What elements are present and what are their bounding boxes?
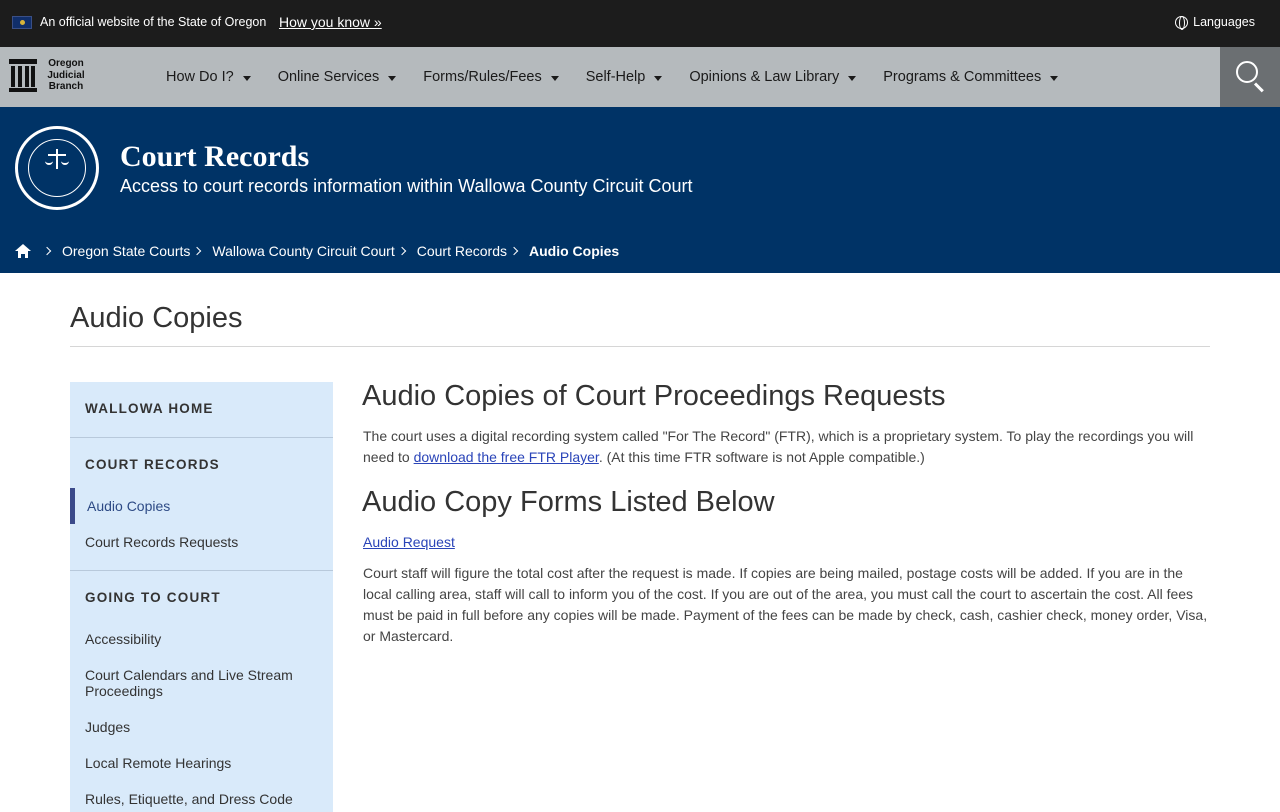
- chevron-right-icon: [509, 246, 519, 256]
- caret-down-icon: [654, 75, 663, 81]
- languages-label: Languages: [1193, 15, 1255, 29]
- sidebar-divider: [70, 437, 333, 438]
- sidebar-item-rules-etiquette[interactable]: Rules, Etiquette, and Dress Code: [85, 791, 315, 807]
- active-indicator: [70, 488, 75, 524]
- caret-down-icon: [388, 75, 397, 81]
- breadcrumb-wallowa-county[interactable]: Wallowa County Circuit Court: [212, 243, 394, 259]
- home-icon[interactable]: [15, 244, 31, 258]
- how-you-know-link[interactable]: How you know »: [279, 14, 382, 30]
- breadcrumb-court-records[interactable]: Court Records: [417, 243, 507, 259]
- caret-down-icon: [848, 75, 857, 81]
- nav-opinions-law-library[interactable]: Opinions & Law Library: [689, 69, 857, 85]
- sidebar-item-accessibility[interactable]: Accessibility: [85, 631, 315, 647]
- judicial-department-seal: [15, 126, 99, 210]
- sidebar-item-audio-copies[interactable]: Audio Copies: [87, 498, 317, 514]
- cost-paragraph: Court staff will figure the total cost a…: [363, 565, 1208, 644]
- section-heading-audio-copies-requests: Audio Copies of Court Proceedings Reques…: [362, 380, 946, 412]
- nav-how-do-i[interactable]: How Do I?: [166, 69, 251, 85]
- ojd-logo[interactable]: Oregon Judicial Branch: [9, 57, 94, 97]
- globe-icon: [1175, 15, 1189, 30]
- courthouse-icon: [9, 59, 37, 92]
- audio-request-link[interactable]: Audio Request: [363, 532, 455, 553]
- title-divider: [70, 346, 1210, 347]
- sidebar-item-local-remote-hearings[interactable]: Local Remote Hearings: [85, 755, 315, 771]
- breadcrumb-oregon-state-courts[interactable]: Oregon State Courts: [62, 243, 190, 259]
- caret-down-icon: [550, 75, 559, 81]
- official-banner: An official website of the State of Oreg…: [0, 0, 1280, 47]
- nav-self-help[interactable]: Self-Help: [586, 69, 663, 85]
- sidebar-heading-wallowa-home[interactable]: WALLOWA HOME: [85, 401, 214, 416]
- breadcrumb: Oregon State Courts Wallowa County Circu…: [15, 243, 619, 259]
- sidebar-item-court-calendars[interactable]: Court Calendars and Live Stream Proceedi…: [85, 667, 315, 699]
- nav-online-services[interactable]: Online Services: [278, 69, 397, 85]
- ftr-player-download-link[interactable]: download the free FTR Player: [414, 449, 599, 465]
- banner-title: Court Records: [120, 140, 310, 173]
- logo-text: Oregon Judicial Branch: [47, 58, 85, 92]
- caret-down-icon: [242, 75, 251, 81]
- sidebar-item-judges[interactable]: Judges: [85, 719, 315, 735]
- main-navigation: Oregon Judicial Branch How Do I? Online …: [0, 47, 1280, 107]
- chevron-right-icon: [42, 246, 52, 256]
- nav-forms-rules-fees[interactable]: Forms/Rules/Fees: [423, 69, 559, 85]
- search-icon: [1236, 61, 1258, 83]
- breadcrumb-current: Audio Copies: [529, 243, 620, 259]
- chevron-right-icon: [397, 246, 406, 256]
- languages-button[interactable]: Languages: [1175, 15, 1255, 30]
- nav-menu: How Do I? Online Services Forms/Rules/Fe…: [166, 47, 1085, 107]
- sidebar-nav: WALLOWA HOME COURT RECORDS Audio Copies …: [70, 382, 333, 812]
- sidebar-divider: [70, 570, 333, 571]
- chevron-right-icon: [193, 246, 202, 256]
- sidebar-heading-court-records[interactable]: COURT RECORDS: [85, 457, 220, 472]
- oregon-flag-icon: [12, 16, 32, 29]
- page-banner: Court Records Access to court records in…: [0, 107, 1280, 273]
- sidebar-heading-going-to-court[interactable]: GOING TO COURT: [85, 590, 221, 605]
- banner-subtitle: Access to court records information with…: [120, 176, 693, 196]
- nav-programs-committees[interactable]: Programs & Committees: [883, 69, 1059, 85]
- section-heading-forms: Audio Copy Forms Listed Below: [362, 486, 775, 518]
- ftr-intro-paragraph: The court uses a digital recording syste…: [363, 428, 1194, 465]
- official-site-text: An official website of the State of Oreg…: [40, 15, 267, 29]
- page-title: Audio Copies: [70, 302, 243, 334]
- search-button[interactable]: [1220, 47, 1280, 107]
- sidebar-item-court-records-requests[interactable]: Court Records Requests: [85, 534, 315, 550]
- caret-down-icon: [1050, 75, 1059, 81]
